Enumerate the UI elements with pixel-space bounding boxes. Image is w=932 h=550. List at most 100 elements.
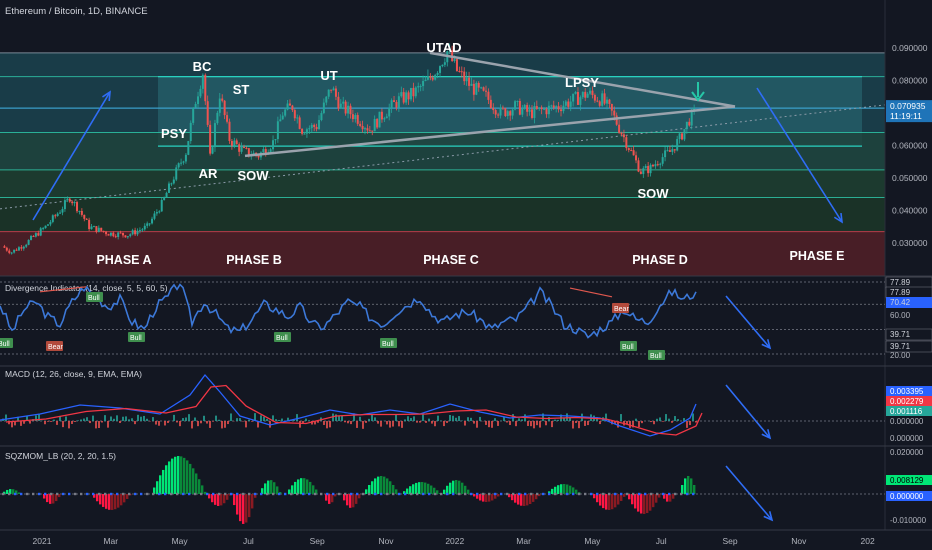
candle-body xyxy=(596,100,599,102)
wyckoff-label-psy: PSY xyxy=(161,126,187,141)
macd-histogram-bar xyxy=(68,421,70,429)
candle-body xyxy=(143,225,146,230)
sqz-dot xyxy=(548,492,551,496)
sqz-bar xyxy=(365,489,368,494)
time-axis-label: Mar xyxy=(103,536,118,546)
sqz-dot xyxy=(20,492,23,496)
candle-body xyxy=(105,231,108,235)
candle-body xyxy=(543,108,546,110)
sqz-dot xyxy=(356,492,359,496)
sqz-bar xyxy=(557,485,560,494)
macd-histogram-bar xyxy=(551,421,553,428)
candle-body xyxy=(632,150,635,156)
candle-body xyxy=(66,198,69,201)
macd-histogram-bar xyxy=(158,421,160,426)
sqz-bar xyxy=(412,484,415,494)
candle-body xyxy=(688,121,691,126)
sqz-dot xyxy=(176,492,179,496)
candle-body xyxy=(690,109,693,126)
candle-body xyxy=(303,133,306,135)
candle-body xyxy=(455,59,458,72)
macd-histogram-bar xyxy=(206,421,208,424)
price-tick: 0.090000 xyxy=(892,43,928,53)
sqz-bar xyxy=(458,480,461,494)
sqz-bar xyxy=(479,494,482,501)
sqz-dot xyxy=(662,492,665,496)
candle-body xyxy=(298,117,301,129)
candle-body xyxy=(598,101,601,106)
sqz-dot xyxy=(260,492,263,496)
candle-body xyxy=(608,99,611,104)
signal-label: Bull xyxy=(622,344,634,351)
candle-body xyxy=(163,197,166,200)
macd-histogram-bar xyxy=(347,421,349,424)
candle-body xyxy=(146,223,149,226)
sqz-bar xyxy=(526,494,529,506)
sqz-dot xyxy=(440,492,443,496)
sqz-dot xyxy=(182,492,185,496)
macd-histogram-bar xyxy=(671,421,673,423)
sqz-dot xyxy=(272,492,275,496)
sqz-dot xyxy=(632,492,635,496)
sqz-dot xyxy=(638,492,641,496)
macd-histogram-bar xyxy=(98,421,100,429)
candle-body xyxy=(262,149,265,153)
candle-body xyxy=(73,202,76,204)
macd-histogram-bar xyxy=(491,421,493,428)
macd-histogram-bar xyxy=(584,421,586,426)
candle-body xyxy=(492,107,495,111)
candle-body xyxy=(13,249,16,253)
candle-body xyxy=(233,140,236,146)
candle-body xyxy=(293,110,296,119)
sqz-bar xyxy=(156,481,159,494)
candle-body xyxy=(564,101,567,106)
candle-body xyxy=(521,108,524,115)
zone-c xyxy=(0,169,885,198)
sqz-bar xyxy=(309,481,312,494)
macd-histogram-bar xyxy=(437,415,439,421)
wyckoff-label-ar: AR xyxy=(199,166,218,181)
sqz-bar xyxy=(693,485,696,494)
candle-body xyxy=(530,109,533,118)
sqz-dot xyxy=(464,492,467,496)
candle-body xyxy=(22,246,25,249)
sqz-bar xyxy=(421,482,424,494)
macd-histogram-bar xyxy=(323,421,325,425)
countdown-timer: 11:19:11 xyxy=(890,111,922,121)
candle-body xyxy=(42,228,45,230)
macd-histogram-bar xyxy=(215,415,217,421)
macd-histogram-bar xyxy=(413,416,415,421)
candle-body xyxy=(342,101,345,104)
div-badge-value: 39.71 xyxy=(890,342,911,351)
candle-body xyxy=(339,103,342,109)
macd-histogram-bar xyxy=(536,421,538,426)
candle-body xyxy=(584,91,587,98)
sqz-dot xyxy=(578,492,581,496)
macd-histogram-bar xyxy=(167,421,169,423)
sqz-dot xyxy=(386,492,389,496)
sqz-badge-value: 0.008129 xyxy=(890,476,924,485)
sqz-dot xyxy=(374,492,377,496)
sqz-bar xyxy=(355,494,358,504)
signal-label: Bull xyxy=(88,295,100,302)
sqz-dot xyxy=(254,492,257,496)
macd-histogram-bar xyxy=(80,419,82,421)
sqz-bar xyxy=(220,494,223,506)
candle-body xyxy=(647,165,650,174)
macd-histogram-bar xyxy=(692,413,694,421)
candle-body xyxy=(313,124,316,127)
candle-body xyxy=(119,232,122,234)
macd-histogram-bar xyxy=(110,416,112,421)
sqz-dot xyxy=(542,492,545,496)
sqz-dot xyxy=(524,492,527,496)
candle-body xyxy=(509,111,512,116)
sqz-bar xyxy=(183,457,186,494)
sqz-dot xyxy=(398,492,401,496)
candle-body xyxy=(414,87,417,97)
macd-histogram-bar xyxy=(455,417,457,421)
macd-histogram-bar xyxy=(125,416,127,421)
sqz-dot xyxy=(644,492,647,496)
sqz-bar xyxy=(452,480,455,494)
chart-canvas: PSY BC AR ST SOW UT UTAD LPSY SOW PHASE A PHASE B P… xyxy=(0,0,932,550)
macd-histogram-bar xyxy=(386,421,388,425)
